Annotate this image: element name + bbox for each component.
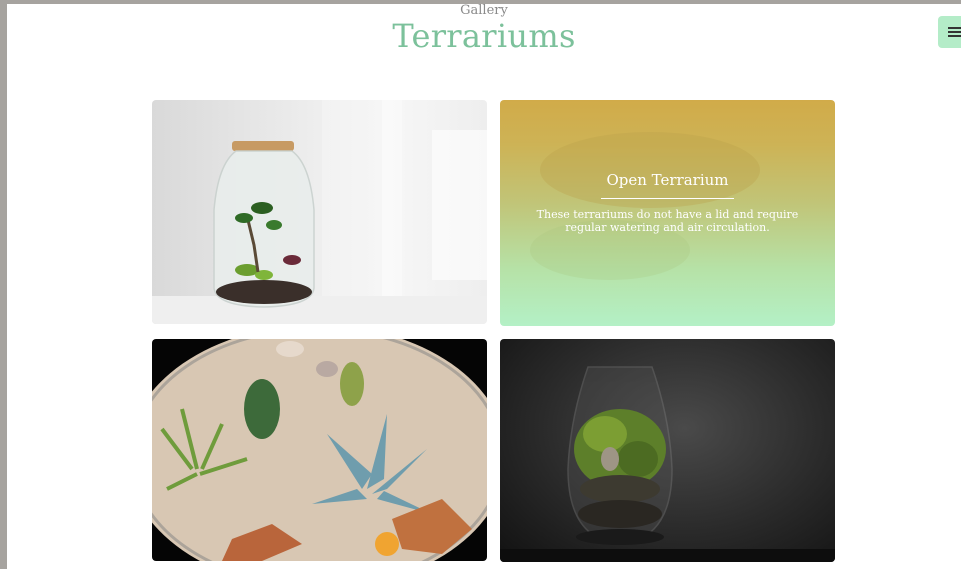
menu-button[interactable] [938, 16, 961, 48]
jar-terrarium-image [152, 100, 487, 324]
card-moss-terrarium[interactable] [500, 339, 835, 562]
hamburger-menu-icon-bar [948, 31, 961, 33]
card-succulent-terrarium[interactable] [152, 339, 487, 561]
hamburger-menu-icon-bar [948, 35, 961, 37]
card-overlay-divider [601, 198, 734, 199]
succulent-terrarium-image [152, 339, 487, 561]
card-overlay-title: Open Terrarium [606, 171, 729, 189]
page-title: Terrariums [392, 17, 576, 55]
card-jar-terrarium[interactable] [152, 100, 487, 324]
hamburger-menu-icon [948, 27, 961, 29]
page: Gallery Terrariums Open Terrarium These … [7, 4, 961, 569]
moss-terrarium-image [500, 366, 835, 562]
card-open-terrarium[interactable]: Open Terrarium These terrariums do not h… [500, 100, 835, 326]
card-overlay-description: These terrariums do not have a lid and r… [536, 208, 799, 234]
